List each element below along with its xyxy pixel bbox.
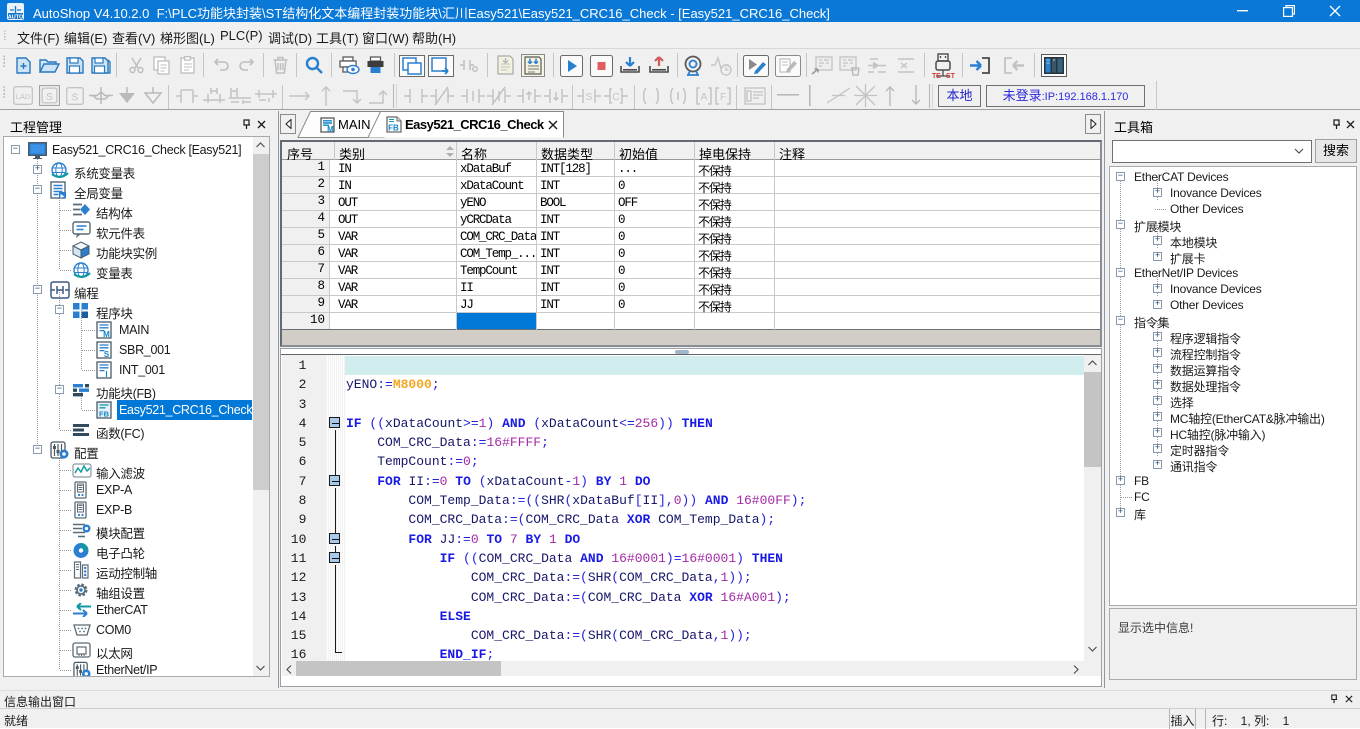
svg-text:AUTO: AUTO: [8, 15, 24, 21]
svg-text:I: I: [105, 370, 107, 379]
svg-text:C: C: [612, 92, 619, 103]
svg-text:FB: FB: [388, 124, 399, 133]
svg-text:S: S: [46, 92, 53, 103]
svg-text:M: M: [103, 330, 110, 339]
svg-text:FB: FB: [99, 410, 110, 419]
svg-text:LAD: LAD: [16, 92, 31, 101]
svg-text:S: S: [72, 93, 79, 104]
svg-text:S: S: [104, 350, 110, 359]
svg-text:S: S: [586, 92, 593, 103]
svg-text:A: A: [701, 92, 708, 103]
svg-text:ST: ST: [946, 73, 955, 79]
svg-text:TE: TE: [932, 73, 941, 79]
svg-text:F: F: [720, 92, 726, 103]
svg-text:M: M: [327, 125, 334, 133]
